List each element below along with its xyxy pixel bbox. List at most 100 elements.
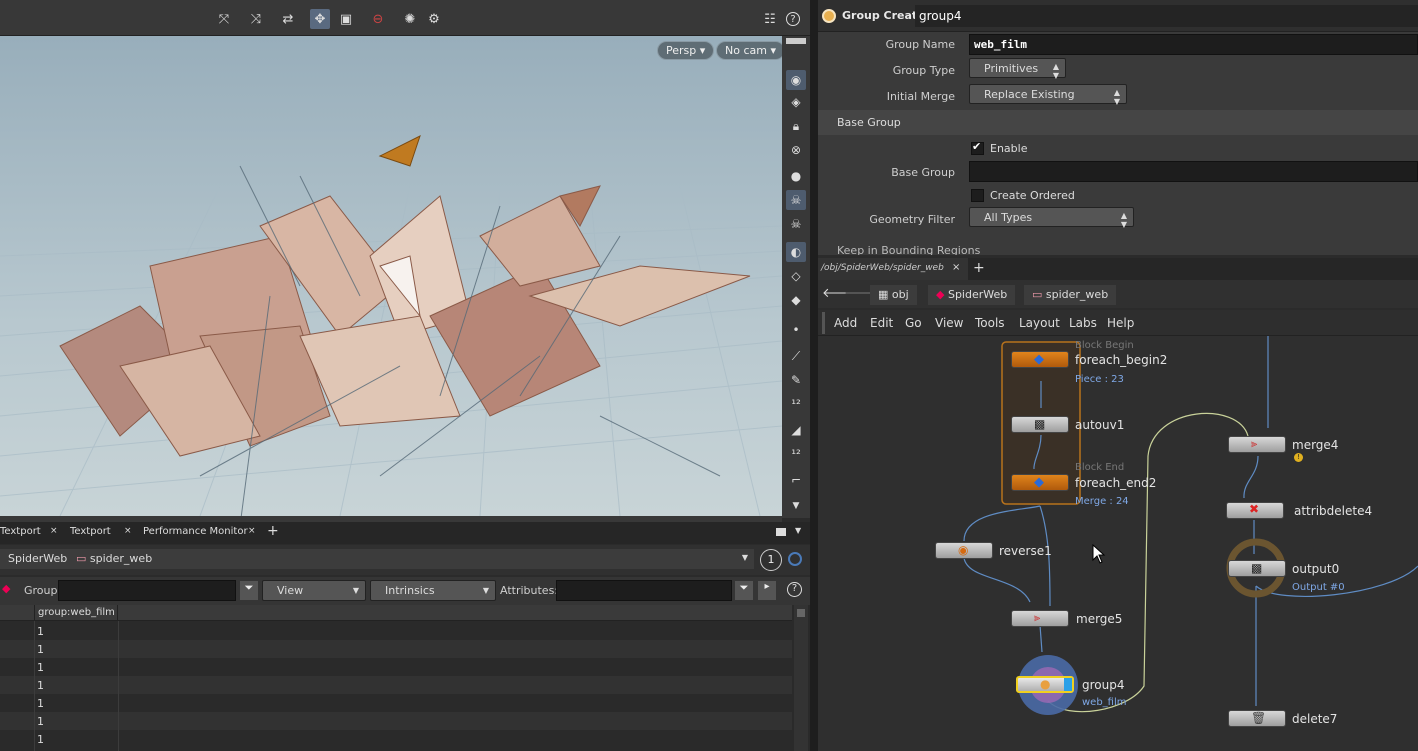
menu-add[interactable]: Add: [834, 316, 857, 330]
close-tab-icon[interactable]: ×: [248, 526, 256, 536]
point-numbers-icon[interactable]: ¹²: [786, 394, 806, 414]
menu-labs[interactable]: Labs: [1069, 316, 1097, 330]
help-icon[interactable]: ?: [786, 12, 800, 26]
breadcrumb-spider-web[interactable]: ▭ spider_web: [1024, 285, 1117, 305]
group-name-field[interactable]: web_film: [969, 34, 1418, 55]
lock-icon[interactable]: 🔒︎: [786, 116, 806, 136]
menu-edit[interactable]: Edit: [870, 316, 893, 330]
eye-icon[interactable]: ◉: [786, 70, 806, 90]
skull-icon[interactable]: ☠: [786, 190, 806, 210]
link-icon[interactable]: [788, 552, 802, 566]
menu-go[interactable]: Go: [905, 316, 922, 330]
geometry-filter-menu[interactable]: All Types ▲ ▼: [969, 207, 1134, 229]
viewport-3d[interactable]: Persp ▾ No cam ▾: [0, 36, 782, 516]
point-icon[interactable]: •: [786, 320, 806, 340]
attribdelete-node[interactable]: ✖: [1226, 502, 1284, 519]
crease-icon[interactable]: ⌐: [786, 470, 806, 490]
close-tab-icon[interactable]: ×: [50, 526, 58, 536]
sphere-icon[interactable]: ●: [786, 166, 806, 186]
visibility-icon[interactable]: ◈: [786, 92, 806, 112]
shaded-icon[interactable]: ◆: [786, 290, 806, 310]
normal-icon[interactable]: ⟋: [786, 346, 806, 366]
menu-view[interactable]: View: [935, 316, 963, 330]
add-tab-icon[interactable]: +: [973, 260, 985, 276]
attrib-filter-icon[interactable]: ⏷: [735, 581, 753, 600]
shading-icon[interactable]: ◐: [786, 242, 806, 262]
options-icon[interactable]: ▸: [758, 581, 776, 600]
geometry-spreadsheet: group:web_film 1 1 1 1 1 1 1: [0, 605, 810, 751]
close-tab-icon[interactable]: ×: [124, 526, 132, 536]
scroll-handle[interactable]: [797, 609, 805, 617]
merge4-node[interactable]: ⫸: [1228, 436, 1286, 453]
pane-menu-icon[interactable]: ▼: [795, 526, 801, 535]
base-group-field[interactable]: [969, 161, 1418, 182]
display-flag[interactable]: [1064, 678, 1072, 691]
perspective-menu[interactable]: Persp ▾: [657, 41, 715, 60]
pin-badge[interactable]: 1: [760, 549, 782, 571]
group4-node[interactable]: ●: [1016, 676, 1074, 693]
base-group-section[interactable]: Base Group: [818, 110, 1418, 135]
tab-textport-2[interactable]: Textport: [70, 526, 111, 537]
snap-icon[interactable]: ⇄: [278, 9, 298, 29]
next-section-title: Keep in Bounding Regions: [837, 244, 981, 255]
select-mode-icon[interactable]: ⤧: [214, 9, 234, 29]
camera-menu[interactable]: No cam ▾: [716, 41, 782, 60]
group-type-menu[interactable]: Primitives ▲ ▼: [969, 58, 1066, 80]
prim-numbers-icon[interactable]: ¹²: [786, 444, 806, 464]
spreadsheet-header: group:web_film: [0, 605, 792, 621]
pen-icon[interactable]: ✎: [786, 370, 806, 390]
breadcrumb-obj[interactable]: ▦ obj: [870, 285, 917, 305]
merge5-node[interactable]: ⫸: [1011, 610, 1069, 627]
reverse-node[interactable]: ◉: [935, 542, 993, 559]
initial-merge-menu[interactable]: Replace Existing ▲ ▼: [969, 84, 1127, 106]
add-tab-icon[interactable]: +: [267, 523, 279, 539]
prim-icon[interactable]: ◢: [786, 420, 806, 440]
breadcrumb-spiderweb-bottom[interactable]: SpiderWeb: [0, 549, 76, 569]
scroll-down-icon[interactable]: ▼: [786, 496, 806, 516]
node-name-field[interactable]: group4: [915, 5, 1418, 27]
intrinsics-menu[interactable]: Intrinsics ▼: [370, 580, 496, 601]
enable-checkbox[interactable]: ✔: [971, 140, 984, 155]
transform-icon[interactable]: ⤨: [246, 9, 266, 29]
network-editor[interactable]: Block Begin ◆ foreach_begin2 Piece : 23 …: [818, 336, 1418, 751]
output-node[interactable]: ▩: [1228, 560, 1286, 577]
maximize-icon[interactable]: [776, 528, 786, 536]
vertical-scrollbar[interactable]: [794, 605, 808, 751]
merge4-label: merge4: [1292, 438, 1339, 452]
column-header-group-web-film[interactable]: group:web_film: [34, 605, 118, 621]
create-ordered-checkbox[interactable]: [971, 189, 984, 202]
camera-view-icon[interactable]: ▣: [336, 9, 356, 29]
skull-outline-icon[interactable]: ☠: [786, 214, 806, 234]
layout-icon[interactable]: ☷: [760, 9, 780, 29]
camera-tumble-icon[interactable]: ✥: [310, 9, 330, 29]
menu-help[interactable]: Help: [1107, 316, 1134, 330]
tab-performance-monitor[interactable]: Performance Monitor: [143, 526, 248, 537]
display-options-icon[interactable]: ✺: [400, 9, 420, 29]
group-filter-field[interactable]: [58, 580, 236, 601]
attributes-field[interactable]: [556, 580, 732, 601]
delete-node[interactable]: 🗑︎: [1228, 710, 1286, 727]
close-tab-icon[interactable]: ×: [952, 262, 960, 273]
menu-tools[interactable]: Tools: [975, 316, 1005, 330]
help-icon[interactable]: ?: [787, 582, 802, 597]
filter-icon[interactable]: ⏷: [240, 581, 258, 600]
tab-textport-1[interactable]: Textport: [0, 526, 41, 537]
create-ordered-label: Create Ordered: [990, 189, 1075, 202]
ghost-icon[interactable]: ⊗: [786, 140, 806, 160]
warning-icon[interactable]: !: [1294, 453, 1303, 462]
viewport-display-toolbar: ◉ ◈ 🔒︎ ⊗ ● ☠ ☠ ◐ ◇ ◆ • ⟋ ✎ ¹² ◢ ¹² ⌐ ▼: [782, 36, 810, 518]
foreach-end-node[interactable]: ◆: [1011, 474, 1069, 491]
pane-divider[interactable]: [810, 0, 818, 751]
breadcrumb-spider-web-bottom[interactable]: ▭ spider_web ▼: [68, 549, 754, 569]
block-begin-tag: Block Begin: [1075, 340, 1134, 351]
no-entry-icon[interactable]: ⊖: [368, 9, 388, 29]
gear-icon[interactable]: ⚙: [424, 9, 444, 29]
scroll-up-bar[interactable]: [786, 38, 806, 44]
autouv-node[interactable]: ▩: [1011, 416, 1069, 433]
foreach-begin-node[interactable]: ◆: [1011, 351, 1069, 368]
wireframe-icon[interactable]: ◇: [786, 266, 806, 286]
network-tab[interactable]: /obj/SpiderWeb/spider_web ×: [818, 258, 968, 280]
breadcrumb-spiderweb[interactable]: ◆ SpiderWeb: [928, 285, 1016, 305]
menu-layout[interactable]: Layout: [1019, 316, 1060, 330]
view-menu[interactable]: View ▼: [262, 580, 366, 601]
